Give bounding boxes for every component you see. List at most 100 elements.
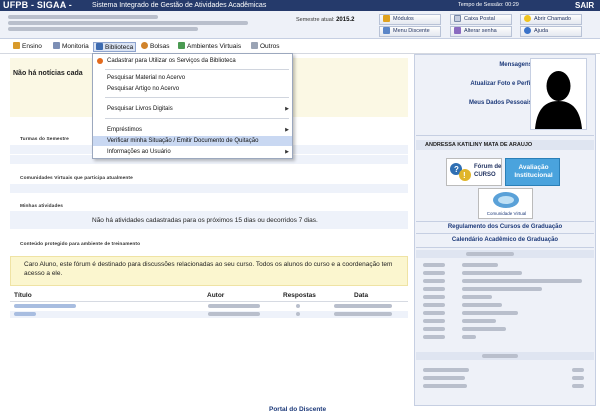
student-menu-label: Menu Discente [393,28,430,34]
submenu-arrow-icon: ▶ [285,149,289,155]
open-ticket-button[interactable]: Abrir Chamado [520,14,582,25]
replies-redacted [296,312,300,316]
section-heading-redacted [482,354,518,358]
help-ticket-icon [524,15,531,23]
dd-informacoes-usuario-label: Informações ao Usuário [107,149,171,155]
field-label-redacted [423,311,445,315]
field-value-redacted [572,368,584,372]
change-password-label: Alterar senha [464,28,497,34]
comunidades-row [10,184,408,193]
portal-discente-link[interactable]: Portal do Discente [269,406,326,413]
svg-text:?: ? [454,165,459,174]
teaching-icon [13,42,20,49]
panel-divider [416,221,594,222]
regulamento-link[interactable]: Regulamento dos Cursos de Graduação [416,224,594,230]
section-atividades-title: Minhas atividades [20,204,64,209]
dd-pesquisar-material-label: Pesquisar Material no Acervo [107,75,186,81]
menu-biblioteca[interactable]: Biblioteca [93,42,137,52]
forum-badge-label: Fórum de CURSO [474,164,502,178]
field-label-redacted [423,279,445,283]
field-value-redacted [572,384,584,388]
menu-biblioteca-label: Biblioteca [105,44,134,51]
field-value-redacted [462,287,542,291]
personal-data-link[interactable]: Meus Dados Pessoais [469,100,532,106]
calendario-link[interactable]: Calendário Acadêmico de Graduação [416,237,594,243]
register-icon [97,58,103,64]
menu-ensino-label: Ensino [22,43,42,50]
news-empty-title: Não há notícias cada [13,70,83,77]
comunidade-virtual-badge[interactable]: Comunidade Virtual [478,188,533,219]
field-label-redacted [423,376,465,380]
field-label-redacted [423,263,445,267]
modules-button[interactable]: Módulos [379,14,441,25]
logout-button[interactable]: SAIR [575,0,594,11]
menu-outros-label: Outros [260,43,280,50]
col-date-header: Data [354,292,369,299]
menu-ensino[interactable]: Ensino [11,42,44,52]
topic-link-redacted[interactable] [14,312,36,316]
date-redacted [334,304,392,308]
dd-separator [105,118,289,119]
field-label-redacted [423,384,467,388]
menu-bolsas[interactable]: Bolsas [139,42,172,52]
field-label-redacted [423,295,445,299]
change-password-button[interactable]: Alterar senha [450,26,512,37]
student-menu-icon [383,27,390,35]
dd-informacoes-usuario[interactable]: Informações ao Usuário ▶ [93,147,292,157]
field-value-redacted [462,303,502,307]
brand-title: UFPB - SIGAA - [3,0,72,10]
forum-curso-badge[interactable]: ? ! Fórum de CURSO [446,158,502,186]
menu-bolsas-label: Bolsas [150,43,170,50]
mailbox-button[interactable]: Caixa Postal [450,14,512,25]
dd-pesquisar-material[interactable]: Pesquisar Material no Acervo [93,73,292,83]
table-header-divider [10,301,408,302]
submenu-arrow-icon: ▶ [285,127,289,133]
section-comunidades-title: Comunidades Virtuais que participa atual… [20,176,133,181]
col-replies-header: Respostas [283,292,316,299]
menu-monitoria[interactable]: Monitoria [51,42,91,52]
update-photo-link[interactable]: Atualizar Foto e Perfil [470,81,532,87]
field-label-redacted [423,319,445,323]
avaliacao-institucional-badge[interactable]: Avaliação Institucional [505,158,560,186]
profile-photo [530,58,587,130]
dd-separator [105,97,289,98]
panel-divider [416,247,594,248]
dd-emprestimos[interactable]: Empréstimos ▶ [93,125,292,135]
dd-pesquisar-artigo-label: Pesquisar Artigo no Acervo [107,86,180,92]
scholarship-icon [141,42,148,49]
section-heading-redacted [466,252,514,256]
section-turmas-title: Turmas do Semestre [20,137,69,142]
student-menu-button[interactable]: Menu Discente [379,26,441,37]
help-button[interactable]: Ajuda [520,26,582,37]
dd-livros-digitais[interactable]: Pesquisar Livros Digitais ▶ [93,104,292,114]
date-redacted [334,312,392,316]
dd-emprestimos-label: Empréstimos [107,127,143,133]
system-name: Sistema Integrado de Gestão de Atividade… [92,2,267,9]
forum-notice-text: Caro Aluno, este fórum é destinado para … [24,261,393,277]
dd-pesquisar-artigo[interactable]: Pesquisar Artigo no Acervo [93,84,292,94]
author-redacted [208,312,260,316]
dd-cadastrar[interactable]: Cadastrar para Utilizar os Serviços da B… [93,56,292,66]
replies-redacted [296,304,300,308]
svg-text:!: ! [463,171,466,180]
field-label-redacted [423,303,445,307]
dd-verificar-situacao-label: Verificar minha Situação / Emitir Docume… [107,138,259,144]
session-timer: Tempo de Sessão: 00:29 [458,2,519,8]
messages-link[interactable]: Mensagens [499,62,532,68]
field-label-redacted [423,335,445,339]
field-value-redacted [462,279,582,283]
modules-label: Módulos [393,16,414,22]
modules-icon [383,15,390,23]
topic-link-redacted[interactable] [14,304,76,308]
field-value-redacted [462,335,476,339]
help-label: Ajuda [534,28,549,34]
field-value-redacted [462,271,522,275]
password-icon [454,27,461,35]
semester-value: 2015.2 [336,17,355,23]
current-semester: Semestre atual: 2015.2 [296,17,354,23]
author-redacted [208,304,260,308]
section-conteudo-title: Conteúdo protegido para ambiente de trei… [20,242,141,247]
menu-outros[interactable]: Outros [249,42,282,52]
dd-verificar-situacao[interactable]: Verificar minha Situação / Emitir Docume… [93,136,292,146]
menu-ambientes-virtuais[interactable]: Ambientes Virtuais [176,42,243,52]
